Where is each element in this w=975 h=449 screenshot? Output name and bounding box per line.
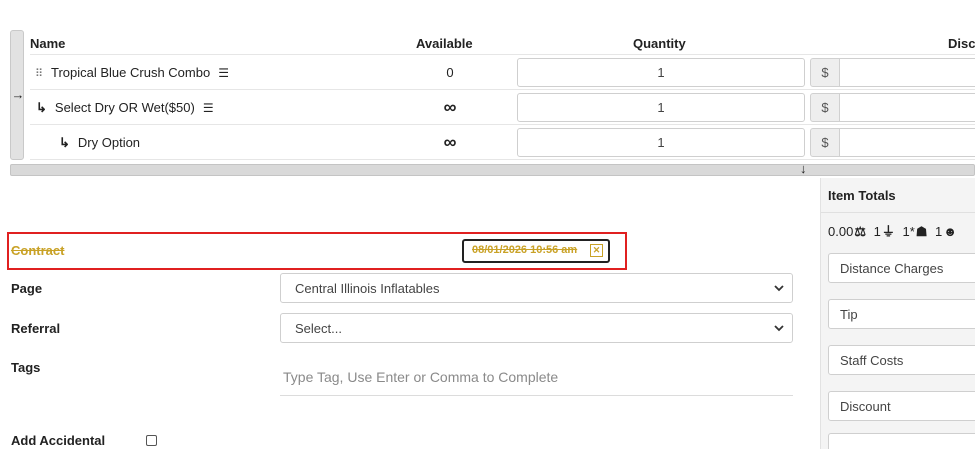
row-name-cell: ↳ Select Dry OR Wet($50) ☰	[36, 90, 214, 125]
staff-costs-field[interactable]: Staff Costs	[828, 345, 975, 375]
row-expand-handle[interactable]: →	[10, 30, 25, 160]
currency-addon: $	[810, 93, 840, 122]
chevron-down-icon	[774, 325, 784, 332]
row-name-cell: ⠿ Tropical Blue Crush Combo ☰	[35, 55, 229, 90]
totals-title: Item Totals	[828, 188, 896, 203]
drag-grip-icon[interactable]: ⠿	[35, 57, 45, 92]
totals-stats: 0.00⚖ 1⏚ 1*☗ 1☻	[828, 221, 961, 240]
staff-icon: ☗	[915, 224, 928, 239]
available-value: ∞	[443, 132, 457, 152]
table-header: Name Available Quantity Disco	[30, 30, 975, 55]
list-icon[interactable]: ☰	[218, 66, 229, 80]
discount-input[interactable]	[840, 58, 975, 87]
staff-value: 1*	[902, 224, 915, 239]
tip-field[interactable]: Tip	[828, 299, 975, 329]
quantity-input[interactable]	[517, 58, 805, 87]
row-name-cell: ↳ Dry Option	[59, 125, 140, 160]
accidental-label: Add Accidental	[11, 433, 106, 448]
page-select[interactable]: Central Illinois Inflatables	[280, 273, 793, 303]
discount-field[interactable]: Discount	[828, 391, 975, 421]
referral-select[interactable]: Select...	[280, 313, 793, 343]
discount-input[interactable]	[840, 93, 975, 122]
item-name: Select Dry OR Wet($50)	[54, 100, 195, 115]
accidental-checkbox[interactable]	[146, 435, 157, 446]
header-quantity: Quantity	[633, 36, 686, 51]
arrow-right-icon: →	[11, 87, 25, 102]
sub-item-arrow-icon: ↳	[36, 100, 47, 115]
quantity-input[interactable]	[517, 93, 805, 122]
available-value: ∞	[443, 97, 457, 117]
field-label: Tip	[840, 307, 858, 322]
tags-input[interactable]	[280, 358, 793, 396]
contract-label: Contract	[11, 243, 65, 258]
item-totals-panel: Item Totals 0.00⚖ 1⏚ 1*☗ 1☻ Distance Cha…	[820, 178, 975, 449]
currency-addon: $	[810, 58, 840, 87]
header-name: Name	[30, 36, 66, 51]
referral-select-value: Select...	[295, 321, 342, 336]
item-name: Tropical Blue Crush Combo	[51, 65, 211, 80]
discount-input[interactable]	[840, 128, 975, 157]
table-row: ⠿ Tropical Blue Crush Combo ☰ 0 $	[30, 55, 975, 90]
item-name: Dry Option	[77, 135, 141, 150]
weight-value: 0.00	[828, 224, 854, 239]
available-value: 0	[446, 65, 454, 80]
referral-label: Referral	[11, 321, 61, 336]
power-value: 1	[873, 224, 881, 239]
items-table: Name Available Quantity Disco ⠿ Tropical …	[30, 30, 975, 160]
horizontal-scrollbar[interactable]	[10, 164, 975, 176]
currency-addon: $	[810, 128, 840, 157]
plug-icon: ⏚	[881, 224, 895, 239]
page-select-value: Central Illinois Inflatables	[295, 281, 440, 296]
distance-charges-field[interactable]: Distance Charges	[828, 253, 975, 283]
field-label: Staff Costs	[840, 353, 904, 368]
items-panel: → Name Available Quantity Disco ⠿ Tropica…	[10, 30, 975, 160]
next-field[interactable]	[828, 433, 975, 449]
header-discount: Disco	[948, 36, 975, 51]
people-value: 1	[935, 224, 943, 239]
divider	[821, 212, 975, 213]
tags-label: Tags	[11, 360, 41, 375]
sub-item-arrow-icon: ↳	[59, 135, 70, 150]
field-label: Discount	[840, 399, 891, 414]
table-row: ↳ Select Dry OR Wet($50) ☰ ∞ $	[30, 90, 975, 125]
page-label: Page	[11, 281, 43, 296]
close-icon[interactable]: ✕	[590, 244, 603, 257]
header-available: Available	[416, 36, 473, 51]
contract-date: 08/01/2026 10:56 am	[472, 244, 578, 256]
chevron-down-icon	[774, 285, 784, 292]
quantity-input[interactable]	[517, 128, 805, 157]
scale-icon: ⚖	[854, 224, 866, 239]
table-row: ↳ Dry Option ∞ $	[30, 125, 975, 160]
users-icon: ☻	[943, 224, 957, 239]
list-icon[interactable]: ☰	[203, 101, 214, 115]
field-label: Distance Charges	[840, 261, 944, 276]
contract-date-badge[interactable]: 08/01/2026 10:56 am ✕	[462, 239, 610, 263]
arrow-down-icon[interactable]: ↓	[800, 161, 807, 176]
